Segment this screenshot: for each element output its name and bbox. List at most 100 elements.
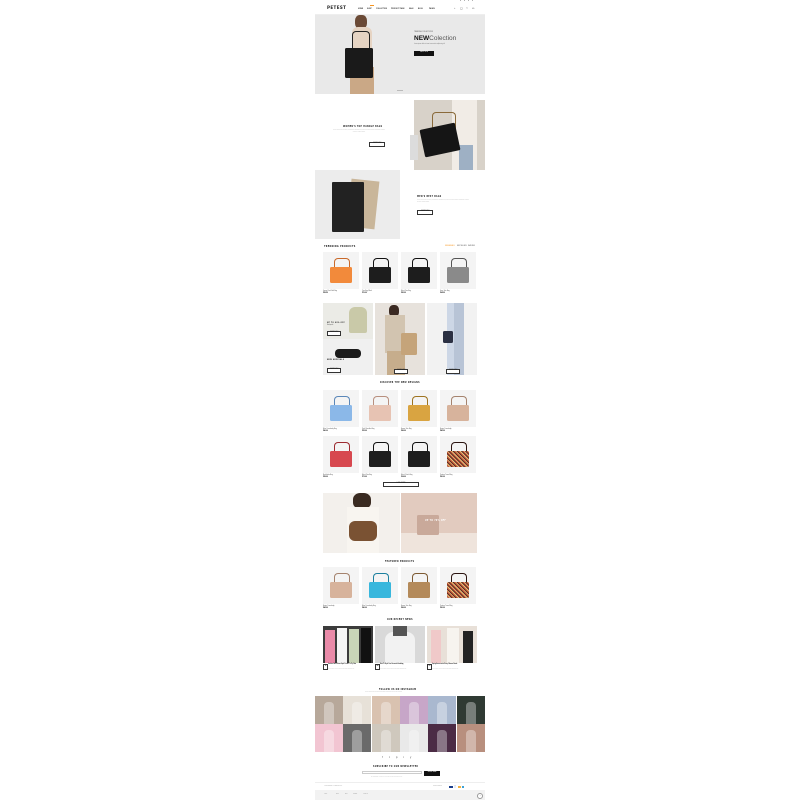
footer-link-home[interactable]: Home (324, 794, 327, 796)
design-product-card[interactable]: Pattern Travel Bag $90.00 (440, 436, 476, 482)
banner-backpack-button[interactable]: SHOP NOW (327, 331, 341, 336)
logo[interactable]: PETEST (327, 6, 346, 11)
featured-product-image[interactable] (362, 567, 398, 604)
trending-product-card[interactable]: Tote Bag Black $76.00 (362, 252, 398, 298)
design-product-image[interactable] (440, 436, 476, 473)
hero-shop-button[interactable]: SHOP NOW (414, 51, 434, 56)
banner-beltbag-button[interactable]: SHOP NOW (327, 368, 341, 373)
banner-beltbag[interactable]: NEW ARRIVALS SHOP NOW (323, 339, 373, 375)
blog-post[interactable]: 08 How To Style Your Favourite Handbag Lor… (375, 664, 425, 676)
lookbook-right[interactable]: UP TO 70% OFF (401, 493, 477, 553)
load-more-button[interactable]: LOAD MORE (383, 482, 419, 487)
search-icon[interactable]: ⌕ (454, 7, 455, 10)
instagram-tile[interactable] (315, 696, 343, 724)
bag-shape (447, 451, 469, 467)
footer-link-shop[interactable]: Shop (336, 794, 339, 796)
design-product-image[interactable] (362, 390, 398, 427)
newsletter-email-input[interactable] (362, 771, 422, 774)
instagram-tile[interactable] (428, 696, 457, 724)
banner-model-bag-button[interactable]: SHOP NOW (446, 369, 460, 374)
trending-product-image[interactable] (440, 252, 476, 289)
social-twitter-icon[interactable]: t (389, 756, 390, 759)
featured-product-card[interactable]: Blue Crossbody Bag $40.00 (362, 567, 398, 613)
instagram-tile[interactable] (343, 696, 372, 724)
trending-product-image[interactable] (323, 252, 359, 289)
blog-post-title[interactable]: Spring Accessories Every Woman Needs (432, 664, 476, 666)
social-pinterest-icon[interactable]: p (396, 756, 397, 759)
banner-model-tote[interactable]: SHOP NOW (375, 303, 425, 375)
nav-sale[interactable]: SALE (409, 8, 414, 10)
instagram-tile[interactable] (315, 724, 343, 752)
featured-product-card[interactable]: Beige Crossbody $46.00 (323, 567, 359, 613)
instagram-tile[interactable] (428, 724, 457, 752)
footer-link-blog[interactable]: Blog (345, 794, 347, 796)
design-product-card[interactable]: Brown Tote Bag $68.00 (401, 390, 437, 436)
blog-post-title[interactable]: Fashion Week Street Style Trends To Try … (328, 664, 372, 666)
trending-product-image[interactable] (401, 252, 437, 289)
blog-post[interactable]: 03 Spring Accessories Every Woman Needs Lo… (427, 664, 477, 676)
heart-icon[interactable]: ♡ (466, 7, 468, 10)
nav-collection[interactable]: COLLECTION (376, 8, 387, 10)
blog-image-2[interactable] (375, 626, 425, 663)
design-product-image[interactable] (362, 436, 398, 473)
instagram-tile[interactable] (343, 724, 372, 752)
instagram-tile[interactable] (371, 724, 400, 752)
promo-women-slider-handle[interactable] (410, 135, 418, 160)
instagram-tile[interactable] (399, 696, 428, 724)
banner-model-button[interactable]: SHOP NOW (394, 369, 408, 374)
featured-product-card[interactable]: Brown Tote Bag $68.00 (401, 567, 437, 613)
nav-product-page[interactable]: PRODUCT PAGE (391, 8, 404, 10)
design-product-card[interactable]: Pink Shoulder Bag $52.00 (362, 390, 398, 436)
cart-icon[interactable]: ▭ (472, 7, 474, 10)
nav-blog[interactable]: BLOG (418, 8, 423, 10)
featured-product-image[interactable] (440, 567, 476, 604)
tile-figure (380, 702, 391, 724)
blog-image-3[interactable] (427, 626, 477, 663)
design-product-card[interactable]: Blue Crossbody Bag $40.00 (323, 390, 359, 436)
nav-pages[interactable]: PAGES (429, 8, 435, 10)
tile-figure (324, 702, 334, 724)
nav-shop[interactable]: SHOP (367, 8, 372, 10)
featured-product-card[interactable]: Pattern Travel Bag $90.00 (440, 567, 476, 613)
tab-best-sellers[interactable]: BEST SELLERS (457, 246, 467, 248)
social-facebook-icon[interactable]: f (382, 756, 383, 759)
blog-post-title[interactable]: How To Style Your Favourite Handbag (380, 664, 424, 666)
nav-home[interactable]: HOME (358, 8, 363, 10)
newsletter-subscribe-button[interactable]: SUBSCRIBE (424, 771, 440, 776)
trending-product-card[interactable]: Black Tote Bag $82.00 (401, 252, 437, 298)
lookbook-left[interactable] (323, 493, 400, 553)
scroll-top-icon[interactable]: ↑ (477, 792, 483, 799)
instagram-tile[interactable] (456, 696, 485, 724)
design-product-image[interactable] (401, 436, 437, 473)
design-product-card[interactable]: Black Tote Bag $72.00 (362, 436, 398, 482)
trending-product-image[interactable] (362, 252, 398, 289)
slider-dots[interactable] (397, 90, 403, 91)
design-product-image[interactable] (440, 390, 476, 427)
design-product-card[interactable]: Red Hobo Bag $58.00 (323, 436, 359, 482)
instagram-tile[interactable] (371, 696, 400, 724)
instagram-tile[interactable] (456, 724, 485, 752)
design-product-image[interactable] (401, 390, 437, 427)
banner-model-bag[interactable]: SHOP NOW (427, 303, 477, 375)
instagram-tile[interactable] (399, 724, 428, 752)
social-youtube-icon[interactable]: y (410, 756, 411, 759)
design-product-image[interactable] (323, 436, 359, 473)
footer-link-about[interactable]: About Us (363, 794, 368, 796)
social-instagram-icon[interactable]: i (403, 756, 404, 759)
footer-link-contact[interactable]: Contact (353, 794, 357, 796)
promo-men-button[interactable]: SHOP NOW (417, 210, 433, 215)
tab-new-arrivals[interactable]: NEW ARRIVALS (445, 246, 455, 248)
promo-women-button[interactable]: SHOP NOW (369, 142, 385, 147)
design-product-image[interactable] (323, 390, 359, 427)
trending-product-card[interactable]: Grey Tote Bag $64.00 (440, 252, 476, 298)
blog-post[interactable]: 12 Fashion Week Street Style Trends To Tr… (323, 664, 373, 676)
user-icon[interactable]: ◯ (460, 7, 463, 10)
featured-product-image[interactable] (323, 567, 359, 604)
featured-product-image[interactable] (401, 567, 437, 604)
banner-backpack[interactable]: UP TO 40% OFF Backpacks SHOP NOW (323, 303, 373, 339)
blog-image-1[interactable] (323, 626, 373, 663)
design-product-card[interactable]: Beige Crossbody $46.00 (440, 390, 476, 436)
tab-featured[interactable]: FEATURED (468, 246, 475, 248)
trending-product-card[interactable]: Fanny Pack Belt Bag $58.00 (323, 252, 359, 298)
design-product-card[interactable]: Black Clutch Bag $34.00 (401, 436, 437, 482)
